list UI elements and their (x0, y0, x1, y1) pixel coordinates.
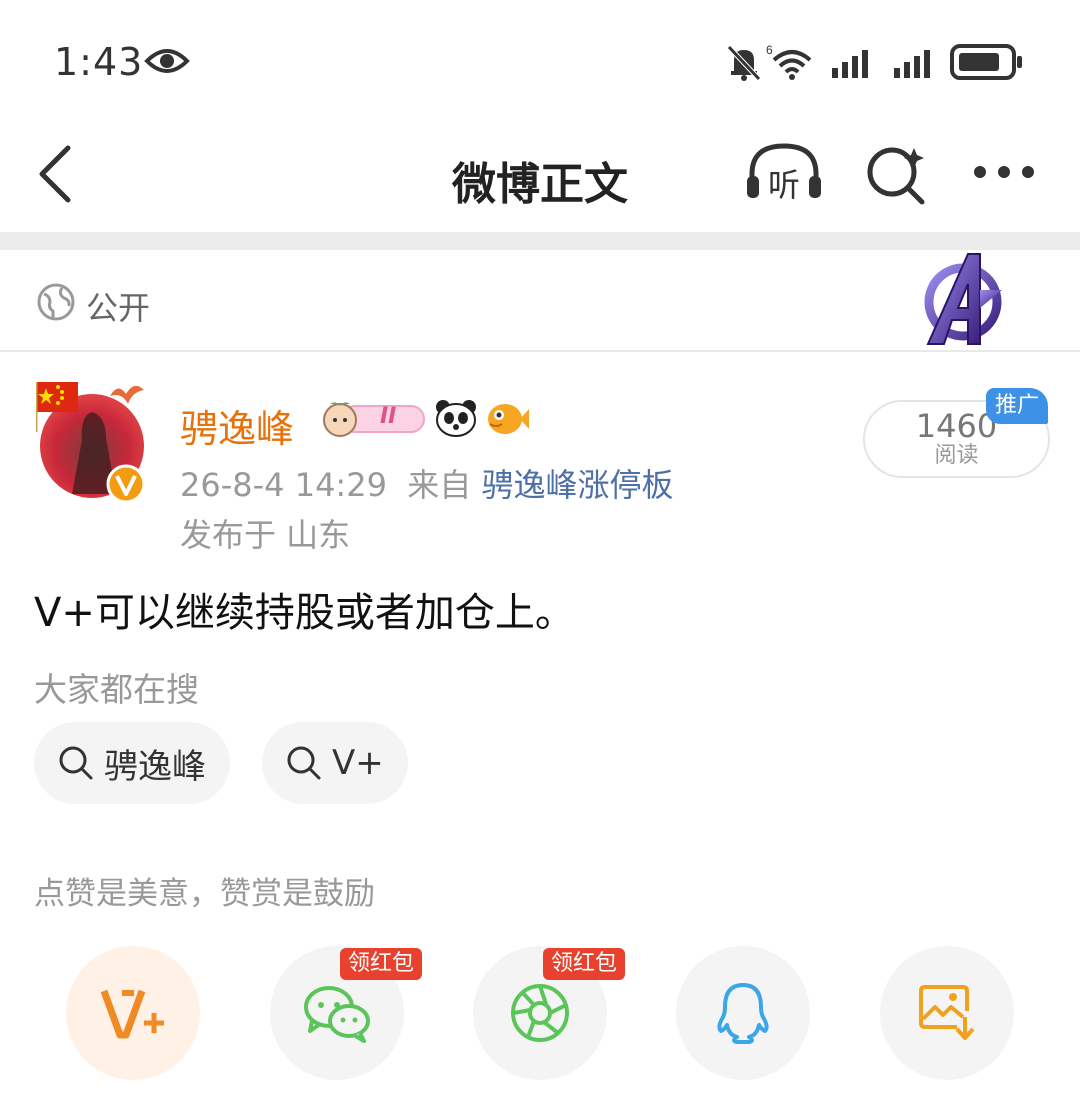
member-level: II (380, 404, 397, 429)
mute-bell-icon (727, 45, 761, 81)
promo-badge: 推广 (986, 388, 1048, 424)
search-chip-label: V+ (332, 743, 384, 783)
verified-badge-icon (106, 464, 146, 504)
search-heading: 大家都在搜 (34, 670, 199, 709)
qq-share-button[interactable] (676, 946, 810, 1080)
post-date: 26-8-4 14:29 (180, 466, 387, 504)
signal-icon (832, 50, 868, 78)
member-level-badge[interactable]: II (316, 398, 426, 438)
red-packet-tag-wechat: 领红包 (340, 948, 423, 980)
read-label: 阅读 (934, 443, 979, 468)
member-badge-icon (323, 402, 425, 437)
search-icon (287, 746, 321, 780)
svg-text:6: 6 (766, 43, 773, 57)
qq-icon (717, 983, 769, 1044)
nav-separator (0, 232, 1080, 250)
wechat-icon (304, 986, 370, 1043)
avengers-logo-icon (924, 253, 1002, 345)
save-image-icon (919, 985, 975, 1040)
fish-icon (488, 404, 529, 434)
post-meta: 26-8-4 14:29 来自 骋逸峰涨停板 (180, 460, 673, 506)
post-location: 发布于 山东 (180, 516, 351, 554)
author-name[interactable]: 骋逸峰 (180, 398, 294, 453)
signal-icon-2 (894, 50, 930, 78)
search-chip-label: 骋逸峰 (104, 746, 206, 787)
more-icon[interactable] (972, 162, 1036, 182)
battery-icon (950, 44, 1022, 80)
moments-icon (511, 984, 569, 1042)
vplus-button[interactable] (66, 946, 200, 1080)
panda-icon (436, 400, 476, 437)
save-image-button[interactable] (880, 946, 1014, 1080)
globe-icon (37, 283, 75, 321)
search-chip-vplus[interactable]: V+ (262, 722, 408, 804)
red-packet-tag-moments: 领红包 (543, 948, 626, 980)
search-icon[interactable] (864, 144, 928, 208)
like-tip: 点赞是美意，赞赏是鼓励 (34, 876, 375, 912)
visibility-label: 公开 (86, 289, 151, 327)
eye-icon (144, 49, 190, 73)
status-time: 1:43 (54, 40, 144, 84)
post-source-link[interactable]: 骋逸峰涨停板 (481, 466, 673, 504)
listen-label: 听 (768, 166, 801, 204)
divider (0, 350, 1080, 352)
bird-decoration-icon (110, 385, 144, 404)
from-prefix: 来自 (407, 466, 472, 504)
vplus-icon (100, 989, 164, 1039)
search-icon (59, 746, 93, 780)
listen-button[interactable]: 听 (744, 140, 824, 204)
search-chip-author[interactable]: 骋逸峰 (34, 722, 230, 804)
wifi-6-icon: 6 (766, 43, 812, 80)
post-content: V+可以继续持股或者加仓上。 (34, 590, 575, 636)
